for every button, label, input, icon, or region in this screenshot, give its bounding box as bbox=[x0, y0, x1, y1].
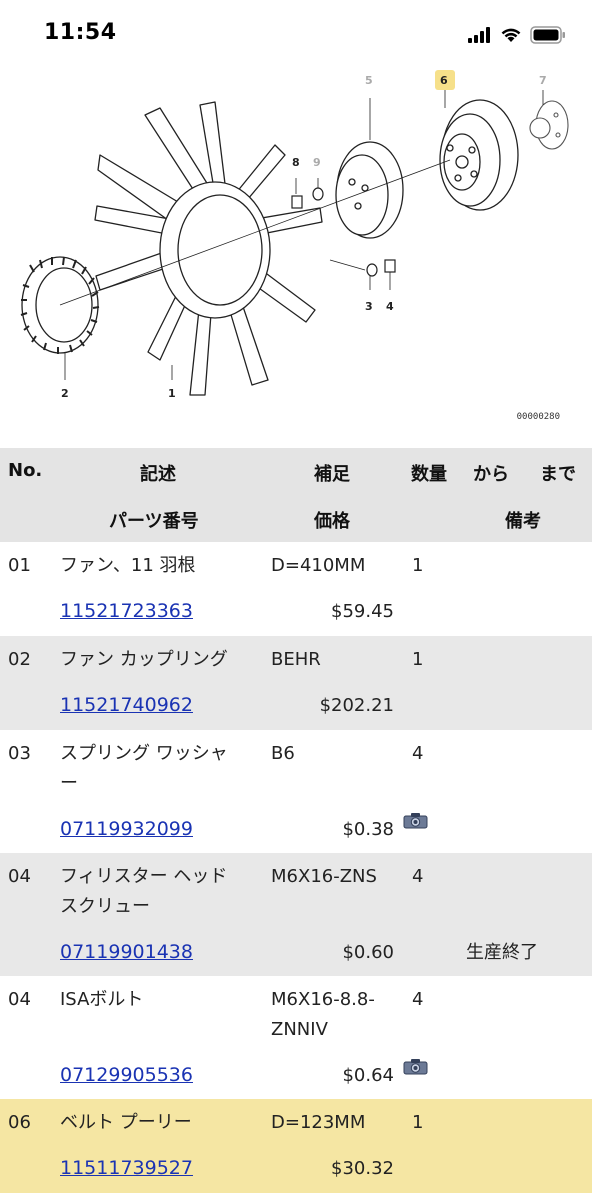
callout-6: 6 bbox=[440, 74, 448, 87]
header-no: No. bbox=[8, 460, 43, 481]
cellular-signal-icon bbox=[468, 27, 490, 43]
callout-8: 8 bbox=[292, 156, 300, 169]
part-number-link[interactable]: 07129905536 bbox=[60, 1060, 193, 1091]
row-no: 04 bbox=[8, 989, 31, 1010]
row-no: 04 bbox=[8, 866, 31, 887]
row-supplement-line2: ZNNIV bbox=[271, 1019, 328, 1040]
parts-diagram[interactable]: 1 2 3 4 5 6 7 8 9 bbox=[0, 60, 592, 448]
hub-7-illustration[interactable] bbox=[529, 100, 569, 150]
header-from: から bbox=[473, 464, 509, 485]
status-icons bbox=[468, 24, 566, 46]
row-description-line2: スクリュー bbox=[60, 896, 150, 917]
callout-7: 7 bbox=[539, 74, 547, 87]
row-description: ベルト プーリー bbox=[60, 1112, 192, 1133]
row-description: スプリング ワッシャ bbox=[60, 743, 228, 764]
row-description: ファン、11 羽根 bbox=[60, 555, 196, 576]
callout-4: 4 bbox=[386, 300, 394, 313]
table-row: 02 ファン カップリング BEHR 1 11521740962 $202.21 bbox=[0, 636, 592, 730]
row-quantity: 4 bbox=[412, 989, 424, 1010]
row-quantity: 4 bbox=[412, 866, 424, 887]
camera-icon[interactable] bbox=[403, 1056, 429, 1076]
callout-9: 9 bbox=[313, 156, 321, 169]
callout-3: 3 bbox=[365, 300, 373, 313]
table-header-row-2: パーツ番号 価格 備考 bbox=[0, 495, 592, 542]
part-number-link[interactable]: 07119901438 bbox=[60, 937, 193, 968]
part-number-link[interactable]: 11511739527 bbox=[60, 1153, 193, 1184]
table-row: 04 ISAボルト M6X16-8.8- ZNNIV 4 07129905536… bbox=[0, 976, 592, 1099]
row-quantity: 4 bbox=[412, 743, 424, 764]
row-note: 生産終了 bbox=[466, 942, 538, 963]
row-supplement: D=123MM bbox=[271, 1112, 366, 1133]
row-quantity: 1 bbox=[412, 649, 424, 670]
header-description: 記述 bbox=[140, 464, 176, 485]
header-price: 価格 bbox=[314, 511, 350, 532]
fan-blade-assembly[interactable] bbox=[94, 101, 323, 396]
diagram-code: 00000280 bbox=[516, 412, 560, 422]
row-quantity: 1 bbox=[412, 1112, 424, 1133]
row-price: $30.32 bbox=[331, 1158, 394, 1179]
row-supplement: M6X16-ZNS bbox=[271, 866, 377, 887]
row-supplement: BEHR bbox=[271, 649, 321, 670]
row-no: 02 bbox=[8, 649, 31, 670]
row-no: 01 bbox=[8, 555, 31, 576]
table-row: 01 ファン、11 羽根 D=410MM 1 11521723363 $59.4… bbox=[0, 542, 592, 636]
row-no: 06 bbox=[8, 1112, 31, 1133]
parts-table: No. 記述 補足 数量 から まで パーツ番号 価格 備考 01 ファン、11… bbox=[0, 448, 592, 1193]
row-supplement: B6 bbox=[271, 743, 295, 764]
wifi-icon bbox=[501, 28, 521, 42]
row-description: フィリスター ヘッド bbox=[60, 866, 228, 887]
row-price: $202.21 bbox=[319, 695, 394, 716]
belt-pulley-6-illustration[interactable] bbox=[439, 99, 519, 211]
header-supplement: 補足 bbox=[314, 464, 350, 485]
header-quantity: 数量 bbox=[411, 464, 447, 485]
camera-icon[interactable] bbox=[403, 810, 429, 830]
header-notes: 備考 bbox=[505, 511, 541, 532]
header-part-number: パーツ番号 bbox=[109, 511, 199, 532]
row-price: $0.38 bbox=[342, 819, 394, 840]
row-price: $59.45 bbox=[331, 601, 394, 622]
part-number-link[interactable]: 11521740962 bbox=[60, 690, 193, 721]
table-header-row-1: No. 記述 補足 数量 から まで bbox=[0, 448, 592, 495]
fan-coupling-illustration[interactable] bbox=[20, 256, 100, 354]
row-quantity: 1 bbox=[412, 555, 424, 576]
table-row-selected: 06 ベルト プーリー D=123MM 1 11511739527 $30.32 bbox=[0, 1099, 592, 1193]
part-number-link[interactable]: 07119932099 bbox=[60, 814, 193, 845]
row-description: ISAボルト bbox=[60, 989, 144, 1010]
table-row: 04 フィリスター ヘッド スクリュー M6X16-ZNS 4 07119901… bbox=[0, 853, 592, 976]
callout-1: 1 bbox=[168, 387, 176, 400]
row-supplement: M6X16-8.8- bbox=[271, 989, 375, 1010]
row-no: 03 bbox=[8, 743, 31, 764]
status-time: 11:54 bbox=[44, 20, 117, 45]
row-price: $0.64 bbox=[342, 1065, 394, 1086]
row-description-line2: ー bbox=[60, 773, 78, 794]
table-row: 03 スプリング ワッシャ ー B6 4 07119932099 $0.38 bbox=[0, 730, 592, 853]
row-price: $0.60 bbox=[342, 942, 394, 963]
battery-icon bbox=[530, 26, 565, 44]
row-supplement: D=410MM bbox=[271, 555, 366, 576]
header-to: まで bbox=[540, 464, 576, 485]
row-description: ファン カップリング bbox=[60, 649, 228, 670]
part-number-link[interactable]: 11521723363 bbox=[60, 596, 193, 627]
callout-5: 5 bbox=[365, 74, 373, 87]
callout-2: 2 bbox=[61, 387, 69, 400]
